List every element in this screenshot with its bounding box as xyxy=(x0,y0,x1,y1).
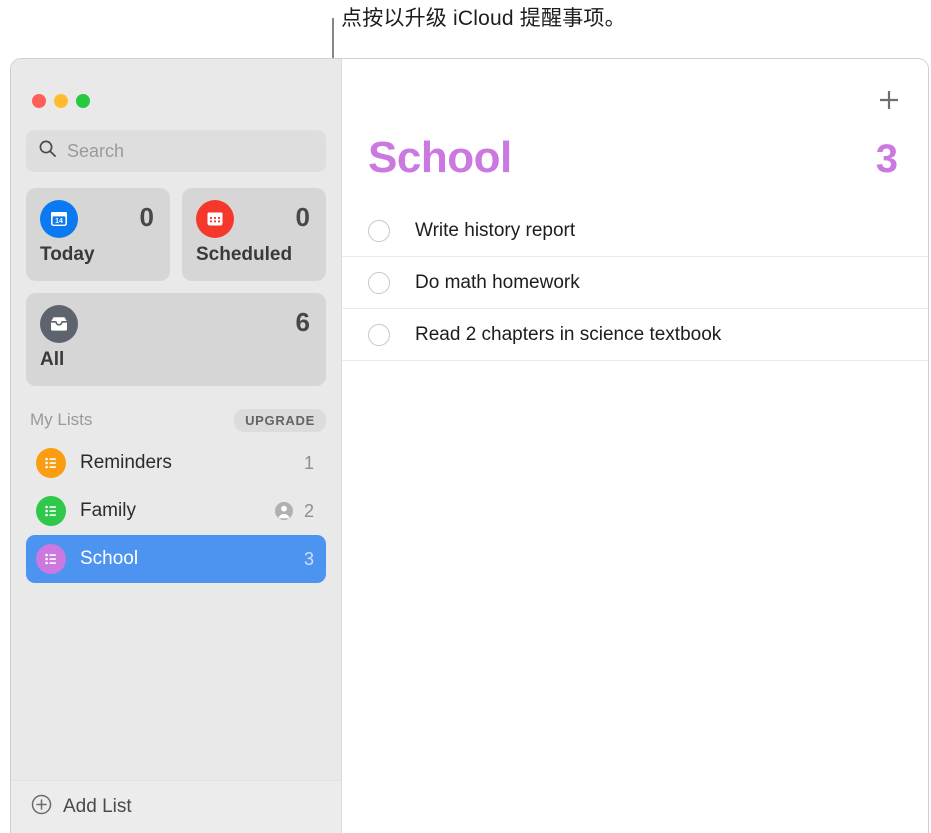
reminder-checkbox[interactable] xyxy=(368,271,390,294)
reminder-text[interactable]: Do math homework xyxy=(415,272,580,294)
list-count-school: 3 xyxy=(303,548,314,569)
content-header: School 3 xyxy=(342,59,928,183)
shared-person-icon xyxy=(274,501,294,521)
smart-list-label-all: All xyxy=(40,349,65,370)
smart-list-label-scheduled: Scheduled xyxy=(196,244,293,265)
list-row-family[interactable]: Family 2 xyxy=(26,487,326,535)
search-icon xyxy=(38,139,57,163)
reminder-text[interactable]: Write history report xyxy=(415,220,575,242)
calendar-grid-icon xyxy=(196,200,234,238)
reminder-row[interactable]: Read 2 chapters in science textbook xyxy=(342,309,928,361)
my-lists-title: My Lists xyxy=(30,410,93,429)
smart-list-count-all: 6 xyxy=(295,307,310,337)
svg-text:14: 14 xyxy=(55,218,63,225)
smart-list-label-today: Today xyxy=(40,244,95,265)
sidebar: 14 0 Today xyxy=(11,59,342,833)
smart-list-cards: 14 0 Today 0 Scheduled xyxy=(26,188,326,281)
reminder-checkbox[interactable] xyxy=(368,323,390,346)
my-lists-header: My Lists UPGRADE xyxy=(26,408,326,432)
list-row-reminders[interactable]: Reminders 1 xyxy=(26,439,326,487)
page-title-count: 3 xyxy=(875,137,898,181)
reminder-checkbox[interactable] xyxy=(368,219,390,242)
list-count-family: 2 xyxy=(303,500,314,521)
reminders-app-window: 14 0 Today xyxy=(10,58,929,833)
bulleted-list-icon xyxy=(36,496,66,526)
smart-list-card-all[interactable]: 6 All xyxy=(26,293,326,386)
reminder-row[interactable]: Do math homework xyxy=(342,257,928,309)
page-title: School xyxy=(368,133,512,182)
search-field[interactable] xyxy=(26,130,326,172)
reminder-text[interactable]: Read 2 chapters in science textbook xyxy=(415,324,721,346)
list-label-reminders: Reminders xyxy=(80,452,172,473)
calendar-day-icon: 14 xyxy=(40,200,78,238)
plus-icon xyxy=(880,91,898,109)
callout-text: 点按以升级 iCloud 提醒事项。 xyxy=(341,7,626,30)
reminder-row[interactable]: Write history report xyxy=(342,205,928,257)
plus-circle-icon xyxy=(31,794,52,820)
close-button[interactable] xyxy=(32,94,46,108)
smart-list-card-scheduled[interactable]: 0 Scheduled xyxy=(182,188,326,281)
list-row-school[interactable]: School 3 xyxy=(26,535,326,583)
add-reminder-button[interactable] xyxy=(872,83,906,117)
inbox-tray-icon xyxy=(40,305,78,343)
upgrade-badge[interactable]: UPGRADE xyxy=(234,408,326,432)
window-controls xyxy=(11,59,341,108)
bulleted-list-icon xyxy=(36,448,66,478)
search-input[interactable] xyxy=(67,140,314,162)
list-label-family: Family xyxy=(80,500,136,521)
smart-list-card-today[interactable]: 14 0 Today xyxy=(26,188,170,281)
reminders-content-pane: School 3 Write history report Do math ho… xyxy=(342,59,928,833)
list-label-school: School xyxy=(80,548,139,569)
list-count-reminders: 1 xyxy=(303,452,314,473)
minimize-button[interactable] xyxy=(54,94,68,108)
add-list-button[interactable]: Add List xyxy=(11,780,341,833)
add-list-label: Add List xyxy=(63,796,132,817)
smart-list-count-today: 0 xyxy=(139,202,154,232)
reminders-list: Write history report Do math homework Re… xyxy=(342,205,928,361)
zoom-button[interactable] xyxy=(76,94,90,108)
smart-list-count-scheduled: 0 xyxy=(295,202,310,232)
my-lists-rows: Reminders 1 Family 2 School 3 xyxy=(26,439,326,583)
bulleted-list-icon xyxy=(36,544,66,574)
